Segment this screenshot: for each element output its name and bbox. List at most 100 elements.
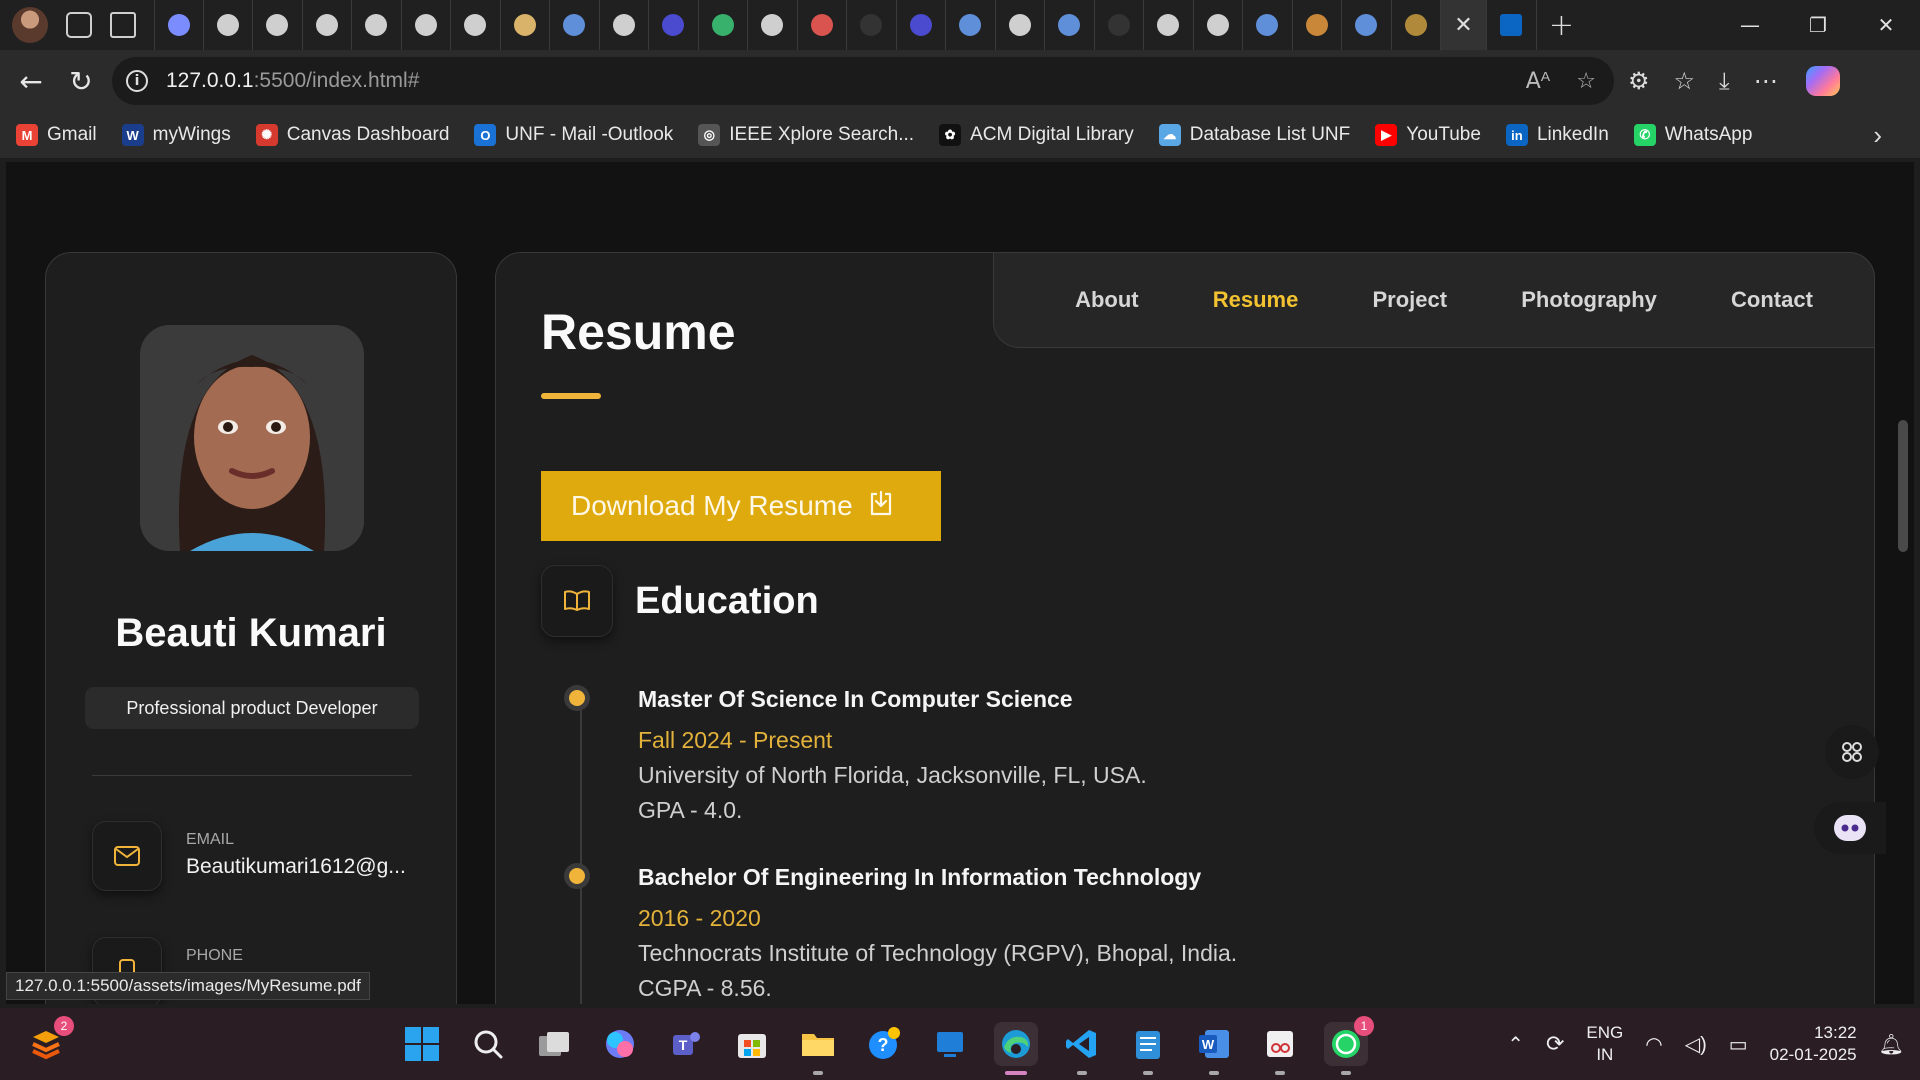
browser-tab[interactable]	[1144, 0, 1194, 50]
browser-tab[interactable]	[748, 0, 798, 50]
address-bar[interactable]: i 127.0.0.1:5500/index.html# Aᴬ ☆	[112, 57, 1614, 105]
notepad-icon[interactable]	[1126, 1022, 1170, 1075]
whatsapp-taskbar-icon[interactable]: 1	[1324, 1016, 1374, 1075]
search-icon[interactable]	[466, 1022, 510, 1066]
vertical-tabs-icon[interactable]	[110, 12, 136, 38]
browser-tab[interactable]	[649, 0, 699, 50]
microsoft-store-icon[interactable]	[730, 1022, 774, 1066]
bookmarks-overflow-chevron-icon[interactable]: ›	[1873, 120, 1882, 151]
tab-favicon-icon	[860, 14, 883, 36]
bookmark-item[interactable]: ▶ YouTube	[1375, 124, 1481, 146]
profile-avatar[interactable]	[12, 7, 48, 43]
browser-tab[interactable]	[1045, 0, 1095, 50]
wifi-icon[interactable]: ◠	[1645, 1032, 1662, 1057]
email-link[interactable]: Beautikumari1612@g...	[186, 855, 406, 879]
task-view-icon[interactable]	[532, 1022, 576, 1066]
bookmark-item[interactable]: ◎ IEEE Xplore Search...	[698, 124, 914, 146]
read-aloud-icon[interactable]: Aᴬ	[1526, 69, 1551, 94]
browser-tab[interactable]	[996, 0, 1045, 50]
bookmark-item[interactable]: WmyWings	[121, 124, 231, 146]
notification-bell-icon[interactable]: 🔔︎	[1879, 1032, 1904, 1057]
browser-tab[interactable]	[1342, 0, 1392, 50]
extensions-icon[interactable]: ⚙	[1628, 67, 1650, 95]
show-hidden-icons-chevron-icon[interactable]: ⌃	[1507, 1032, 1524, 1057]
contact-label: PHONE	[186, 947, 243, 964]
favorite-star-icon[interactable]: ☆	[1576, 69, 1596, 94]
nav-link-about[interactable]: About	[1075, 287, 1139, 313]
browser-tab[interactable]	[1293, 0, 1342, 50]
remote-desktop-icon[interactable]	[928, 1022, 972, 1066]
nav-link-resume[interactable]: Resume	[1213, 287, 1299, 313]
sync-icon[interactable]: ⟳	[1546, 1031, 1564, 1057]
clock[interactable]: 13:22 02-01-2025	[1770, 1022, 1857, 1066]
bookmark-item[interactable]: ✿ ACM Digital Library	[939, 124, 1134, 146]
browser-tab[interactable]	[154, 0, 204, 50]
refresh-button[interactable]: ↻	[56, 56, 106, 106]
education-grade: CGPA - 8.56.	[638, 975, 772, 1001]
get-help-icon[interactable]: ?	[862, 1022, 906, 1066]
bookmark-item[interactable]: O UNF - Mail -Outlook	[474, 124, 673, 146]
browser-tab[interactable]	[253, 0, 303, 50]
browser-tab[interactable]	[946, 0, 996, 50]
widgets-icon[interactable]: 2	[24, 1016, 74, 1066]
favorites-icon[interactable]: ☆	[1674, 67, 1696, 95]
teams-icon[interactable]: T	[664, 1022, 708, 1066]
browser-tab[interactable]	[303, 0, 352, 50]
browser-tab[interactable]	[1243, 0, 1293, 50]
snipping-tool-icon[interactable]	[1258, 1022, 1302, 1075]
volume-icon[interactable]: ◁)	[1685, 1032, 1707, 1057]
download-resume-button[interactable]: Download My Resume	[541, 471, 941, 541]
minimize-button[interactable]: —	[1716, 0, 1784, 50]
word-icon[interactable]: W	[1192, 1022, 1236, 1075]
active-tab[interactable]: ✕	[1441, 0, 1487, 50]
start-windows-icon[interactable]	[400, 1022, 444, 1066]
downloads-icon[interactable]: ⤓	[1719, 67, 1730, 95]
restore-button[interactable]: ❐	[1784, 0, 1852, 50]
workspaces-icon[interactable]	[66, 12, 92, 38]
file-explorer-icon[interactable]	[796, 1022, 840, 1075]
vscode-icon[interactable]	[1060, 1022, 1104, 1075]
bookmark-item[interactable]: ✆ WhatsApp	[1633, 124, 1752, 146]
browser-tab[interactable]	[847, 0, 897, 50]
svg-text:T: T	[679, 1037, 688, 1053]
browser-tab[interactable]	[204, 0, 253, 50]
bookmark-item[interactable]: M Gmail	[16, 124, 97, 146]
site-info-icon[interactable]: i	[126, 70, 148, 92]
browser-tab[interactable]	[451, 0, 501, 50]
url-text[interactable]: 127.0.0.1:5500/index.html#	[166, 69, 419, 93]
browser-tab[interactable]	[550, 0, 600, 50]
copilot-taskbar-icon[interactable]	[598, 1022, 642, 1066]
browser-tab[interactable]	[1095, 0, 1144, 50]
bookmark-item[interactable]: in LinkedIn	[1505, 124, 1609, 146]
new-tab-button[interactable]: +	[1537, 8, 1587, 43]
more-menu-icon[interactable]: ⋯	[1754, 67, 1778, 95]
browser-tab[interactable]	[402, 0, 451, 50]
system-tray: ⌃ ⟳ ENG IN ◠ ◁) ▭ 13:22 02-01-2025 🔔︎	[1507, 1022, 1904, 1066]
close-tab-icon[interactable]: ✕	[1454, 13, 1472, 38]
bookmark-item[interactable]: ✺ Canvas Dashboard	[255, 124, 449, 146]
bookmark-item[interactable]: ☁ Database List UNF	[1158, 124, 1350, 146]
browser-tab[interactable]	[798, 0, 847, 50]
browser-tab[interactable]	[699, 0, 748, 50]
apps-grid-icon[interactable]	[1825, 725, 1879, 779]
nav-link-project[interactable]: Project	[1372, 287, 1447, 313]
browser-tab[interactable]	[897, 0, 946, 50]
bookmark-favicon-icon: M	[16, 124, 38, 146]
browser-tab[interactable]	[1487, 0, 1537, 50]
language-indicator[interactable]: ENG IN	[1586, 1022, 1623, 1066]
battery-icon[interactable]: ▭	[1729, 1032, 1748, 1057]
browser-tab[interactable]	[1194, 0, 1243, 50]
browser-tab[interactable]	[1392, 0, 1441, 50]
page-scrollbar[interactable]	[1898, 420, 1908, 552]
browser-tab[interactable]	[600, 0, 649, 50]
close-window-button[interactable]: ✕	[1852, 0, 1920, 50]
browser-tab[interactable]	[501, 0, 550, 50]
browser-tab[interactable]	[352, 0, 402, 50]
assistant-bot-icon[interactable]	[1814, 802, 1886, 854]
nav-link-contact[interactable]: Contact	[1731, 287, 1813, 313]
nav-link-photography[interactable]: Photography	[1521, 287, 1657, 313]
copilot-icon[interactable]	[1805, 66, 1840, 96]
resume-article: About Resume Project Photography Contact Res…	[495, 252, 1875, 1004]
edge-browser-icon[interactable]	[994, 1022, 1038, 1075]
back-button[interactable]: ←	[6, 56, 56, 106]
